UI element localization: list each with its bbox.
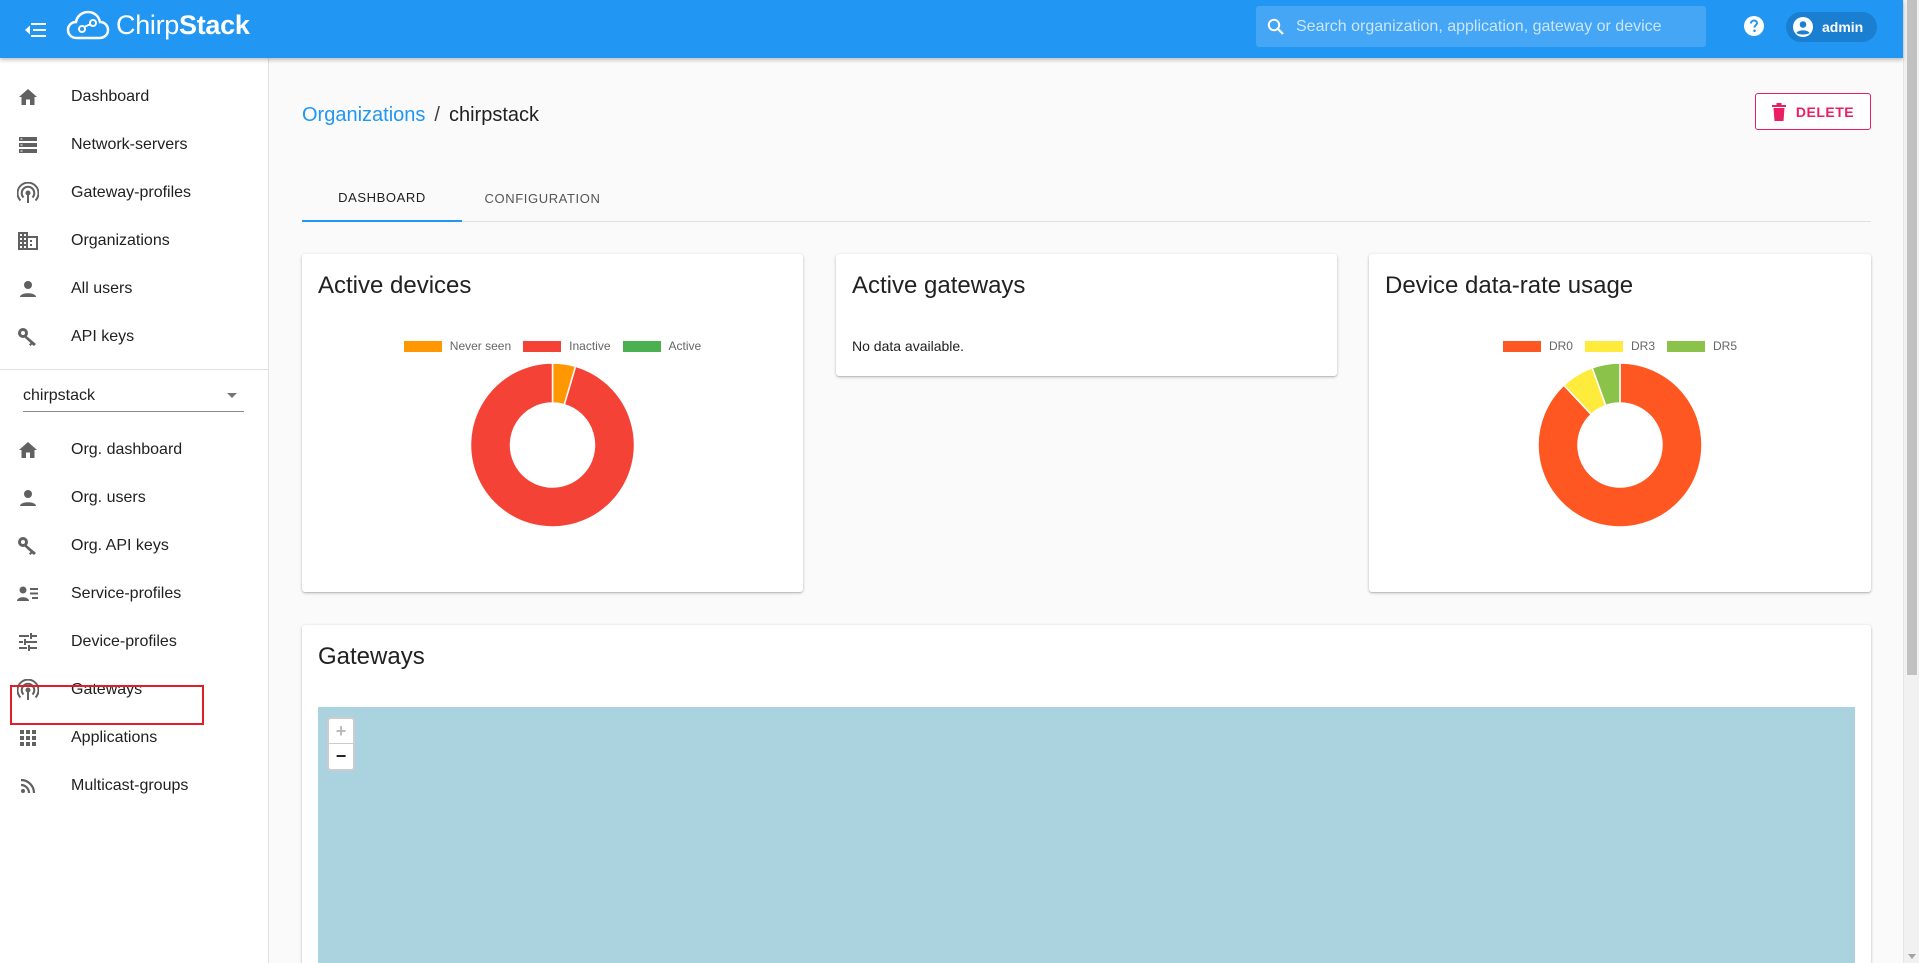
legend-swatch [403, 340, 442, 352]
legend-item[interactable]: Never seen [403, 339, 512, 353]
user-menu-button[interactable]: admin [1786, 12, 1878, 42]
sidebar-divider [0, 369, 268, 370]
legend-label: Never seen [449, 339, 512, 353]
logo-text: ChirpStack [116, 9, 250, 40]
zoom-out-button[interactable]: − [329, 744, 353, 769]
key-icon [16, 534, 40, 558]
active-devices-card: Active devices Never seen Inactive Active [302, 254, 803, 592]
sidebar-item-org-users[interactable]: Org. users [0, 478, 268, 518]
card-title: Gateways [318, 643, 425, 670]
sidebar-item-org-dashboard[interactable]: Org. dashboard [0, 430, 268, 470]
help-icon [1744, 16, 1764, 36]
no-data-message: No data available. [852, 338, 965, 354]
tab-configuration[interactable]: CONFIGURATION [462, 175, 623, 222]
antenna-icon [16, 181, 40, 205]
chevron-down-icon [227, 393, 237, 398]
map-zoom-control: + − [327, 717, 355, 771]
sidebar-item-api-keys[interactable]: API keys [0, 317, 268, 357]
tune-icon [16, 630, 40, 654]
key-icon [16, 325, 40, 349]
help-button[interactable] [1742, 14, 1766, 38]
menu-open-icon [25, 23, 46, 37]
legend-swatch [1584, 340, 1623, 352]
tab-bar: DASHBOARD CONFIGURATION [302, 175, 1871, 222]
sidebar-item-device-profiles[interactable]: Device-profiles [0, 622, 268, 662]
trash-icon [1771, 102, 1786, 121]
organization-select[interactable]: chirpstack [23, 380, 244, 412]
legend-item[interactable]: Inactive [523, 339, 611, 353]
legend-label: DR0 [1548, 339, 1573, 353]
legend-swatch [1502, 340, 1541, 352]
user-name: admin [1822, 19, 1864, 35]
apps-icon [16, 726, 40, 750]
page-scrollbar[interactable] [1903, 0, 1919, 963]
active-devices-donut-chart [469, 362, 636, 528]
sidebar-item-applications[interactable]: Applications [0, 718, 268, 758]
zoom-in-button[interactable]: + [329, 719, 353, 744]
breadcrumb-organizations-link[interactable]: Organizations [302, 104, 425, 127]
account-circle-icon [1793, 17, 1813, 37]
card-title: Active devices [318, 272, 472, 299]
active-gateways-card: Active gateways No data available. [836, 254, 1337, 376]
legend-label: DR5 [1713, 339, 1738, 353]
delete-button[interactable]: DELETE [1755, 93, 1871, 130]
sidebar-item-gateway-profiles[interactable]: Gateway-profiles [0, 173, 268, 213]
legend-item[interactable]: Active [622, 339, 702, 353]
donut-slice-inactive[interactable] [469, 362, 636, 528]
gateways-map[interactable]: + − [318, 707, 1855, 963]
organization-select-value: chirpstack [23, 386, 96, 404]
scroll-down-arrow-icon[interactable] [1908, 954, 1916, 959]
data-rate-donut-chart [1537, 362, 1703, 528]
chart-legend: Never seen Inactive Active [302, 339, 803, 353]
legend-swatch [523, 340, 562, 352]
search-input[interactable] [1296, 17, 1696, 36]
data-rate-usage-card: Device data-rate usage DR0 DR3 DR5 [1369, 254, 1871, 592]
legend-label: Active [668, 339, 702, 353]
breadcrumb: Organizations / chirpstack [302, 104, 539, 127]
legend-swatch [1667, 340, 1705, 352]
legend-swatch [622, 340, 661, 352]
legend-item[interactable]: DR3 [1584, 339, 1655, 353]
chirpstack-logo[interactable]: ChirpStack [66, 8, 250, 42]
sidebar-item-network-servers[interactable]: Network-servers [0, 125, 268, 165]
app-bar: ChirpStack admin [0, 0, 1903, 58]
sidebar-item-multicast-groups[interactable]: Multicast-groups [0, 766, 268, 806]
account-details-icon [16, 582, 40, 606]
search-icon [1264, 15, 1288, 39]
legend-item[interactable]: DR0 [1502, 339, 1573, 353]
storage-icon [16, 133, 40, 157]
card-title: Active gateways [852, 272, 1026, 299]
home-icon [16, 438, 40, 462]
collapse-menu-button[interactable] [20, 15, 50, 45]
cloud-logo-icon [66, 10, 110, 40]
global-search [1256, 6, 1706, 47]
sidebar-item-all-users[interactable]: All users [0, 269, 268, 309]
rss-icon [16, 774, 40, 798]
sidebar: Dashboard Network-servers Gateway-profil… [0, 58, 269, 963]
sidebar-item-service-profiles[interactable]: Service-profiles [0, 574, 268, 614]
sidebar-item-organizations[interactable]: Organizations [0, 221, 268, 261]
person-icon [16, 277, 40, 301]
home-icon [16, 85, 40, 109]
sidebar-item-dashboard[interactable]: Dashboard [0, 77, 268, 117]
gateways-map-card: Gateways + − [302, 625, 1871, 963]
tab-dashboard[interactable]: DASHBOARD [302, 175, 462, 222]
card-title: Device data-rate usage [1385, 272, 1634, 299]
sidebar-item-gateways[interactable]: Gateways [0, 670, 268, 710]
breadcrumb-current: chirpstack [448, 104, 539, 126]
sidebar-item-org-api-keys[interactable]: Org. API keys [0, 526, 268, 566]
person-icon [16, 486, 40, 510]
domain-icon [16, 229, 40, 253]
legend-label: DR3 [1630, 339, 1655, 353]
antenna-icon [16, 678, 40, 702]
breadcrumb-separator: / [434, 104, 440, 126]
legend-label: Inactive [569, 339, 611, 353]
legend-item[interactable]: DR5 [1667, 339, 1737, 353]
chart-legend: DR0 DR3 DR5 [1369, 339, 1871, 353]
scrollbar-thumb[interactable] [1907, 0, 1917, 675]
